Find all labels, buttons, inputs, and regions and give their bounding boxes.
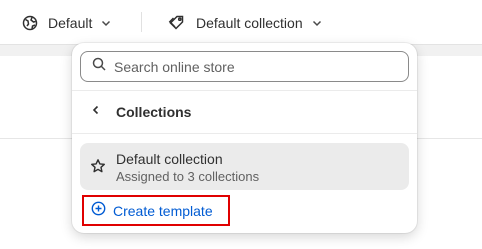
template-item-subtitle: Assigned to 3 collections bbox=[116, 169, 260, 184]
chevron-left-icon bbox=[90, 103, 102, 121]
search-input[interactable] bbox=[114, 58, 384, 75]
collections-title: Collections bbox=[116, 104, 192, 120]
template-item-default-collection[interactable]: Default collection Assigned to 3 collect… bbox=[80, 143, 409, 190]
chevron-down-icon bbox=[100, 17, 112, 29]
template-picker[interactable]: Default collection bbox=[168, 12, 323, 34]
star-icon bbox=[90, 158, 106, 179]
editor-topbar: Default Default collection bbox=[0, 0, 482, 45]
theme-picker[interactable]: Default bbox=[22, 12, 112, 34]
topbar-divider bbox=[141, 12, 142, 32]
back-button[interactable] bbox=[82, 98, 110, 126]
globe-icon bbox=[22, 15, 38, 31]
popover-divider bbox=[72, 133, 417, 134]
create-template-button[interactable]: Create template bbox=[82, 195, 230, 226]
template-selector-popover: Collections Default collection Assigned … bbox=[72, 43, 417, 233]
collections-header: Collections bbox=[80, 97, 409, 127]
theme-picker-label: Default bbox=[48, 15, 93, 31]
search-icon bbox=[92, 57, 106, 76]
tag-icon bbox=[168, 14, 186, 32]
plus-circle-icon bbox=[91, 201, 106, 221]
chevron-down-icon bbox=[311, 17, 323, 29]
search-field[interactable] bbox=[80, 51, 409, 82]
template-item-title: Default collection bbox=[116, 151, 223, 167]
popover-divider bbox=[72, 90, 417, 91]
template-picker-label: Default collection bbox=[196, 15, 303, 31]
create-template-label: Create template bbox=[113, 202, 213, 219]
